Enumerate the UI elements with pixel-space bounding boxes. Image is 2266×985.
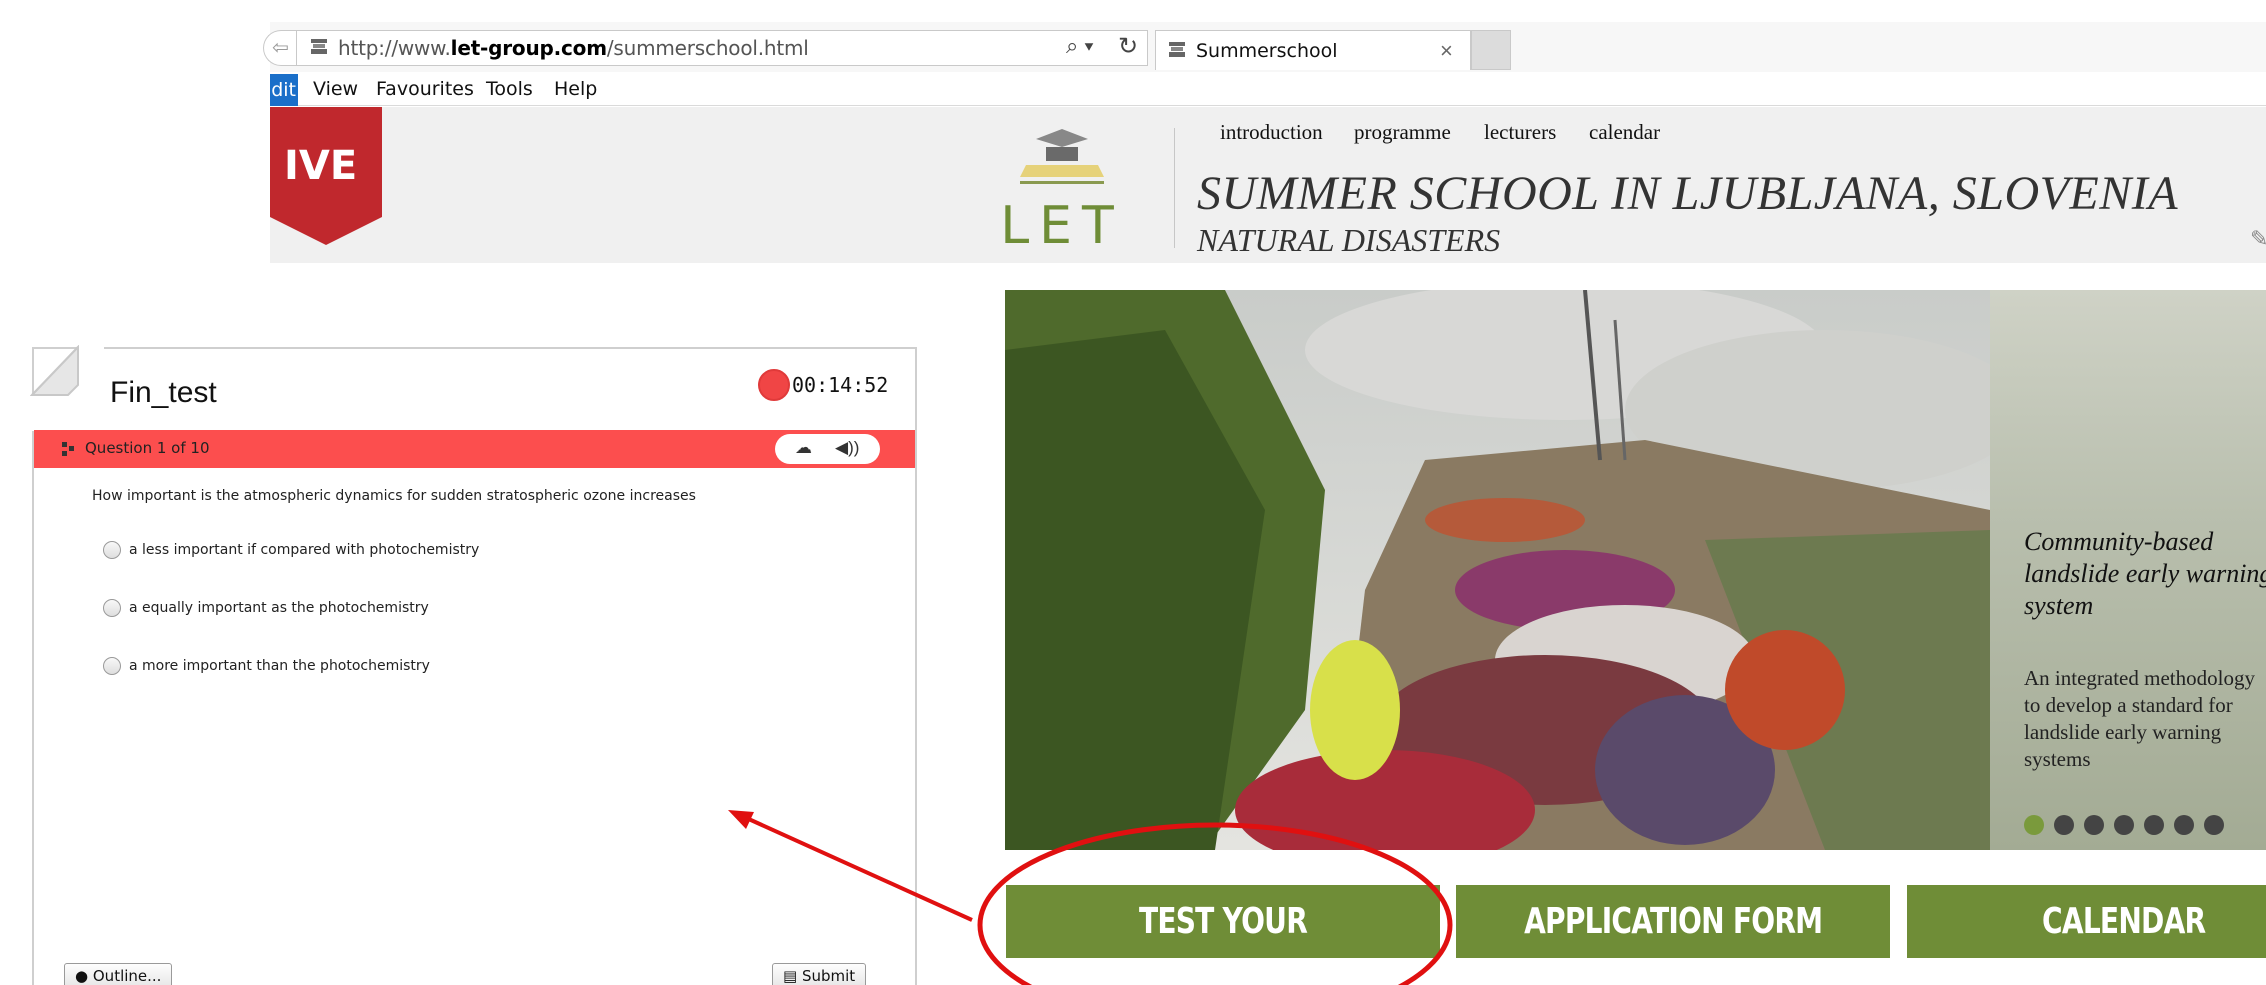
let-logo: LET [1000,129,1124,247]
slider-dot[interactable] [2114,815,2134,835]
quiz-timer: 00:14:52 [792,373,889,397]
question-tools [775,434,880,464]
submit-button[interactable]: ▤ Submit [772,963,867,985]
tab-favicon-icon [1169,42,1185,57]
answer-option[interactable]: a less important if compared with photoc… [103,541,479,559]
slide-description: An integrated methodology to develop a s… [2024,666,2255,771]
live-badge: IVE [270,107,382,245]
nav-calendar[interactable]: calendar [1589,120,1660,145]
refresh-icon[interactable]: ↻ [1118,32,1138,61]
slider-dot[interactable] [2144,815,2164,835]
audio-icon[interactable]: ◀)) [835,438,859,458]
slide-title: Community-based landslide early warning … [2024,527,2266,620]
tab-label: Summerschool [1196,40,1338,62]
slider-dot[interactable] [2174,815,2194,835]
list-icon: ▤ [783,967,798,985]
menu-edit[interactable]: dit [270,74,298,106]
page-subtitle: NATURAL DISASTERS [1197,222,1501,258]
close-icon[interactable]: × [1440,38,1453,64]
page-fold-icon [30,345,104,431]
site-favicon-icon [311,39,327,54]
application-form-button[interactable]: APPLICATION FORM [1456,885,1890,958]
outline-button[interactable]: ● Outline... [64,963,173,985]
answer-option[interactable]: a equally important as the photochemistr… [103,599,429,617]
hint-icon[interactable]: ☁ [795,438,812,458]
slider-dot[interactable] [2084,815,2104,835]
menu-view[interactable]: View [313,78,358,100]
slider-dot[interactable] [2024,815,2044,835]
play-icon: ● [75,967,89,985]
radio-button[interactable] [103,657,121,675]
quiz-title: Fin_test [110,376,217,409]
menu-favourites[interactable]: Favourites [376,78,474,100]
question-counter: Question 1 of 10 [85,439,210,457]
page-title: SUMMER SCHOOL IN LJUBLJANA, SLOVENIA [1197,167,2179,220]
new-tab-button[interactable] [1471,30,1511,70]
slider-dot[interactable] [2054,815,2074,835]
question-text: How important is the atmospheric dynamic… [92,488,696,504]
search-icon[interactable]: ⌕ ▾ [1066,33,1094,59]
timer-icon [758,369,790,401]
menu-help[interactable]: Help [554,78,597,100]
slider-dot[interactable] [2204,815,2224,835]
header-divider [1174,128,1175,248]
nav-programme[interactable]: programme [1354,120,1451,145]
back-button[interactable]: ⇦ [263,30,297,66]
url-text[interactable]: http://www.let-group.com/summerschool.ht… [338,36,809,60]
nav-introduction[interactable]: introduction [1220,120,1323,145]
hero-image [1005,290,1990,850]
radio-button[interactable] [103,599,121,617]
calendar-button[interactable]: CALENDAR [1907,885,2266,958]
menu-tools[interactable]: Tools [486,78,533,100]
svg-text:IVE: IVE [284,143,357,189]
radio-button[interactable] [103,541,121,559]
nav-lecturers[interactable]: lecturers [1484,120,1556,145]
svg-text:LET: LET [1000,196,1124,247]
question-list-icon[interactable] [62,441,76,457]
answer-option[interactable]: a more important than the photochemistry [103,657,430,675]
test-your-knowledge-button[interactable]: TEST YOUR KNOWLEDGE [1006,885,1440,985]
wrench-icon[interactable]: ✎ [2250,226,2266,252]
